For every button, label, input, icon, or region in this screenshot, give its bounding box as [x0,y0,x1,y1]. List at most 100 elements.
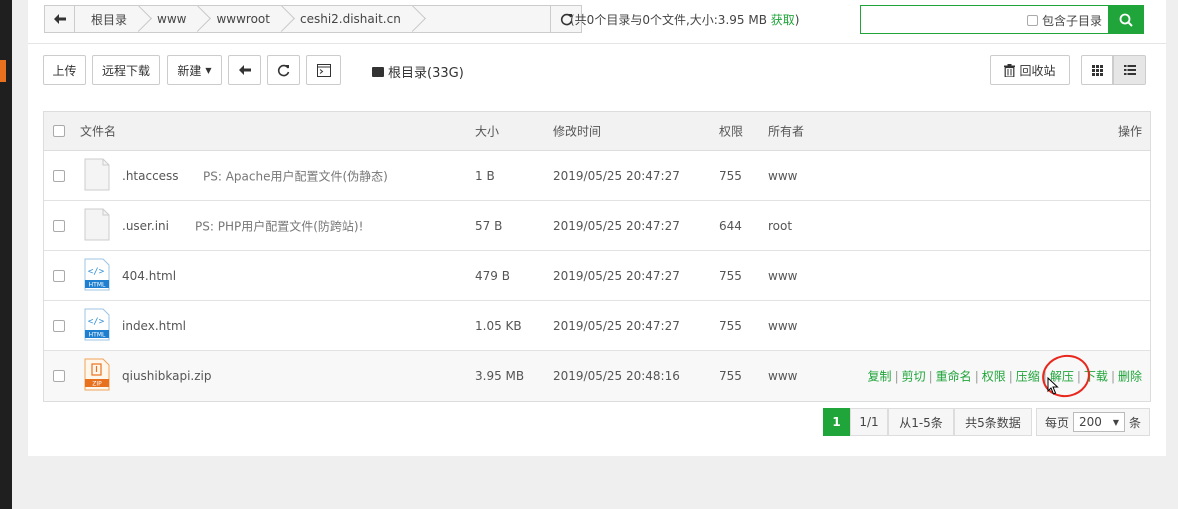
page-total-label: 共5条数据 [965,415,1021,430]
row-checkbox[interactable] [53,319,65,332]
include-subdir-label: 包含子目录 [1041,14,1102,28]
header-mtime[interactable]: 修改时间 [553,123,601,140]
html-badge: HTML [89,282,106,289]
stats-close-paren: ) [794,13,800,27]
header-owner: 所有者 [768,124,805,139]
table-row[interactable]: .htaccess PS: Apache用户配置文件(伪静态) 1 B 2019… [44,151,1150,201]
page-range-label: 从1-5条 [899,415,943,430]
upload-button[interactable]: 上传 [43,55,86,85]
file-owner: root [768,218,793,233]
path-bar: 根目录 www wwwroot ceshi2.dishait.cn [44,5,582,33]
include-subdir-option[interactable]: 包含子目录 [1026,12,1102,29]
file-name[interactable]: .user.ini [122,219,169,233]
remote-download-button[interactable]: 远程下载 [92,55,160,85]
file-size: 3.95 MB [475,369,525,383]
path-input-area[interactable] [414,6,550,32]
arrow-left-icon [238,65,251,75]
file-mtime: 2019/05/25 20:47:27 [553,318,680,333]
go-back-button[interactable] [228,55,261,85]
file-size: 57 B [475,218,503,233]
upload-label: 上传 [52,63,77,78]
table-header: 文件名 大小 修改时间 权限 所有者 操作 [44,112,1150,151]
rename-link[interactable]: 重命名 [936,370,972,384]
file-icon [84,158,110,191]
file-name[interactable]: .htaccess [122,169,179,183]
file-name[interactable]: 404.html [122,269,176,283]
file-permission[interactable]: 755 [719,269,742,283]
disk-icon [372,66,384,77]
breadcrumb-root[interactable]: 根目录 [75,6,141,32]
per-page-select[interactable]: 200 ▼ [1073,412,1125,432]
page-current-label: 1 [832,415,841,429]
list-view-button[interactable] [1113,55,1146,85]
file-permission[interactable]: 755 [719,319,742,333]
file-owner: www [768,268,798,283]
html-file-icon: </> HTML [84,258,110,291]
breadcrumb-label: 根目录 [91,12,128,27]
breadcrumb-label: wwwroot [216,12,270,26]
breadcrumb-wwwroot[interactable]: wwwroot [200,6,284,32]
header-filename[interactable]: 文件名 [80,123,116,140]
file-name[interactable]: qiushibkapi.zip [122,369,211,383]
include-subdir-checkbox[interactable] [1026,15,1038,26]
left-sidebar-strip [0,0,12,509]
table-row[interactable]: </> HTML index.html 1.05 KB 2019/05/25 2… [44,301,1150,351]
file-owner: www [768,318,798,333]
table-row[interactable]: .user.ini PS: PHP用户配置文件(防跨站)! 57 B 2019/… [44,201,1150,251]
row-checkbox[interactable] [53,370,65,382]
file-table: 文件名 大小 修改时间 权限 所有者 操作 .htaccess PS: Apac… [43,111,1151,402]
header-divider [28,43,1166,44]
file-note: PS: Apache用户配置文件(伪静态) [203,169,388,183]
row-checkbox[interactable] [53,219,65,232]
file-mtime: 2019/05/25 20:47:27 [553,268,680,283]
copy-link[interactable]: 复制 [868,370,892,384]
fetch-size-link[interactable]: 获取 [771,13,795,27]
terminal-icon [316,63,331,77]
search-button[interactable] [1108,6,1143,33]
file-note: PS: PHP用户配置文件(防跨站)! [195,219,364,233]
file-mtime: 2019/05/25 20:47:27 [553,218,680,233]
grid-view-button[interactable] [1081,55,1113,85]
breadcrumb-label: www [157,12,187,26]
trash-icon [1004,63,1016,77]
compress-link[interactable]: 压缩 [1016,370,1040,384]
cut-link[interactable]: 剪切 [902,370,926,384]
file-permission[interactable]: 755 [719,169,742,183]
permission-link[interactable]: 权限 [982,370,1006,384]
refresh-button[interactable] [267,55,300,85]
file-permission[interactable]: 755 [719,369,742,383]
page-indicator-label: 1/1 [859,415,879,429]
delete-link[interactable]: 删除 [1118,370,1142,384]
path-back-button[interactable] [45,6,75,32]
remote-download-label: 远程下载 [101,63,150,78]
file-name[interactable]: index.html [122,319,186,333]
table-row[interactable]: ZIP qiushibkapi.zip 3.95 MB 2019/05/25 2… [44,350,1150,402]
row-checkbox[interactable] [53,169,65,182]
select-all-checkbox[interactable] [53,125,65,137]
caret-down-icon: ▼ [1112,417,1119,427]
html-file-icon: </> HTML [84,308,110,341]
disk-indicator[interactable]: 根目录(33G) [372,62,464,81]
row-operations: 复制 | 剪切 | 重命名 | 权限 | 压缩 | 解压 | 下载 | 删除 [868,368,1142,385]
sidebar-active-marker [0,60,6,82]
recycle-bin-label: 回收站 [1019,63,1056,78]
op-separator: | [928,369,933,384]
per-page-value: 200 [1079,415,1102,429]
grid-view-icon [1091,64,1103,76]
recycle-bin-button[interactable]: 回收站 [990,55,1070,85]
search-box: 包含子目录 [860,5,1144,34]
mouse-cursor-icon [1047,377,1059,395]
breadcrumb-label: ceshi2.dishait.cn [299,12,401,26]
search-field-wrapper: 包含子目录 [861,6,1108,33]
file-size: 479 B [475,268,510,283]
new-dropdown-button[interactable]: 新建 ▼ [167,55,222,85]
table-row[interactable]: </> HTML 404.html 479 B 2019/05/25 20:47… [44,251,1150,301]
disk-label: 根目录(33G) [388,66,464,81]
file-permission[interactable]: 644 [719,219,742,233]
row-checkbox[interactable] [53,269,65,282]
header-size[interactable]: 大小 [475,123,499,140]
page-current[interactable]: 1 [823,408,850,436]
breadcrumb-site[interactable]: ceshi2.dishait.cn [284,6,415,32]
search-input[interactable] [861,6,1011,33]
terminal-button[interactable] [306,55,341,85]
